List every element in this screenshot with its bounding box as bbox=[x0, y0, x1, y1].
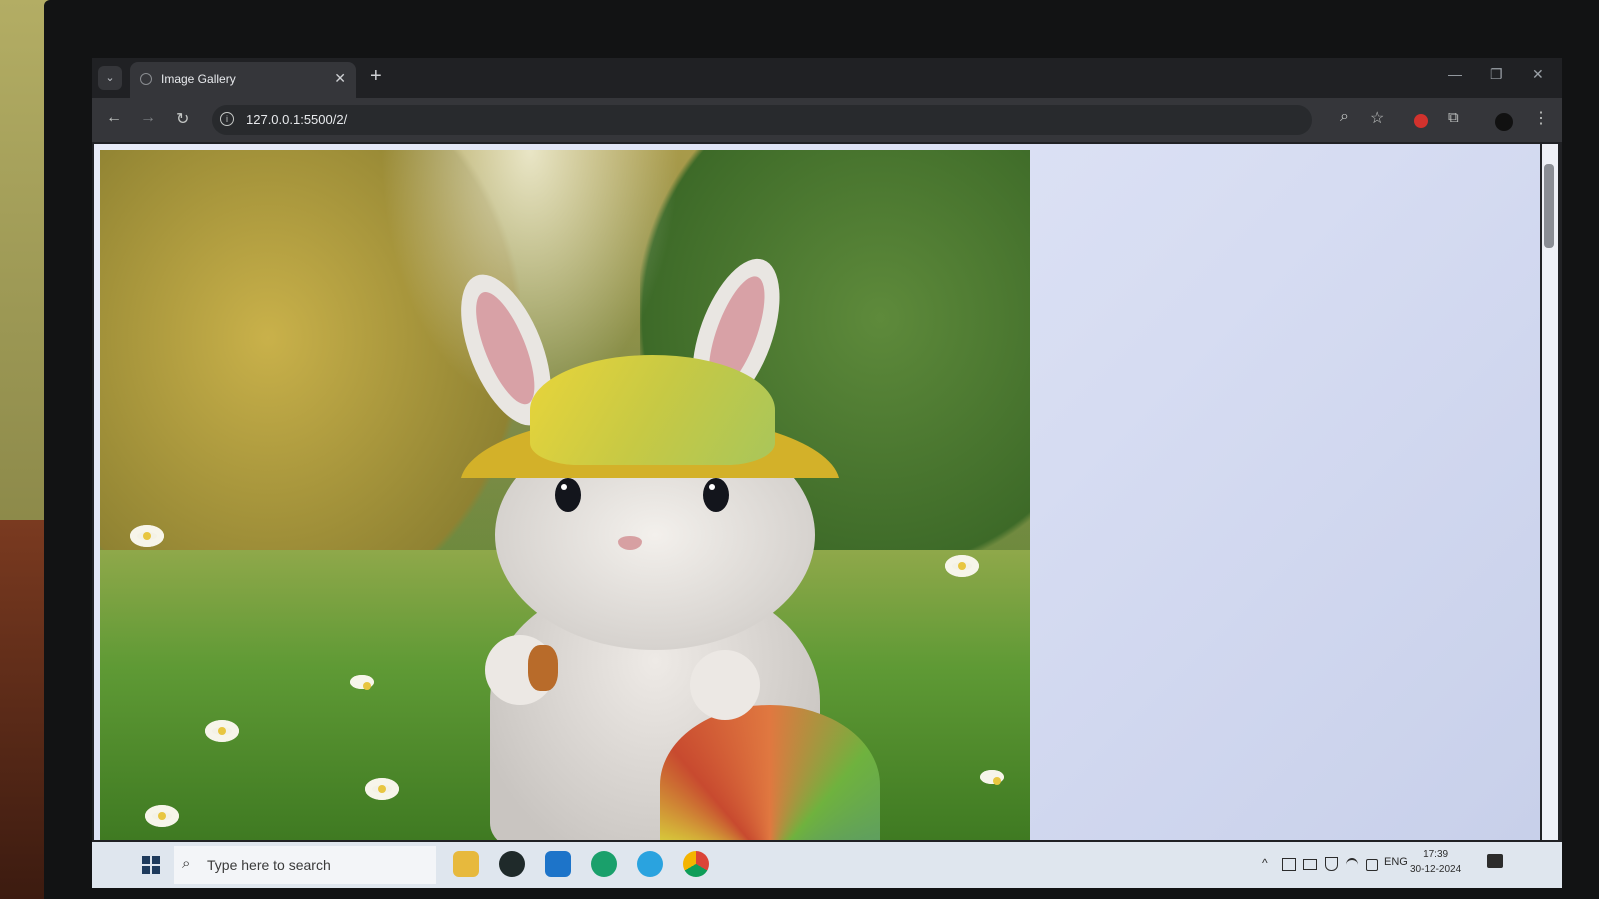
wifi-icon[interactable] bbox=[1346, 858, 1358, 872]
window-close-button[interactable]: ✕ bbox=[1532, 66, 1544, 83]
page-viewport bbox=[94, 144, 1540, 840]
windows-taskbar: ⌕ Type here to search ^ ENG 17:39 30-12-… bbox=[92, 842, 1562, 888]
whatsapp-icon[interactable] bbox=[499, 851, 525, 877]
reload-button[interactable]: ↻ bbox=[176, 109, 189, 129]
image-acorn bbox=[528, 645, 558, 691]
profile-avatar[interactable] bbox=[1495, 113, 1513, 131]
image-bunny-hat-crown bbox=[530, 355, 775, 465]
image-flower bbox=[945, 555, 979, 577]
telegram-icon[interactable] bbox=[637, 851, 663, 877]
image-flower bbox=[130, 525, 164, 547]
image-bunny-paw-right bbox=[690, 650, 760, 720]
screen: ⌄ Image Gallery ✕ + — ❐ ✕ ← → ↻ i 127.0.… bbox=[92, 58, 1562, 888]
image-flower bbox=[145, 805, 179, 827]
url-text[interactable]: 127.0.0.1:5500/2/ bbox=[246, 112, 347, 127]
language-indicator[interactable]: ENG bbox=[1384, 856, 1408, 868]
bookmark-star-icon[interactable]: ☆ bbox=[1370, 108, 1384, 128]
tab-image-gallery[interactable]: Image Gallery ✕ bbox=[130, 62, 356, 98]
battery-icon[interactable] bbox=[1303, 859, 1317, 870]
tray-app-icon[interactable] bbox=[1282, 858, 1296, 871]
tab-title: Image Gallery bbox=[161, 72, 236, 86]
security-shield-icon[interactable] bbox=[1325, 857, 1338, 871]
volume-icon[interactable] bbox=[1366, 859, 1378, 871]
gallery-image[interactable] bbox=[100, 150, 1030, 840]
browser-toolbar: ← → ↻ i 127.0.0.1:5500/2/ ⌕ ☆ ⧉ ⋮ bbox=[92, 98, 1562, 142]
back-button[interactable]: ← bbox=[106, 109, 122, 127]
image-flower bbox=[205, 720, 239, 742]
scrollbar-thumb[interactable] bbox=[1544, 164, 1554, 248]
menu-kebab-icon[interactable]: ⋮ bbox=[1533, 108, 1549, 128]
image-flower bbox=[980, 770, 1004, 785]
tab-close-icon[interactable]: ✕ bbox=[334, 70, 346, 87]
tab-search-button[interactable]: ⌄ bbox=[98, 66, 122, 90]
image-flower bbox=[350, 675, 374, 690]
vscode-icon[interactable] bbox=[545, 851, 571, 877]
site-info-icon[interactable]: i bbox=[220, 112, 234, 126]
taskbar-search-box[interactable]: ⌕ Type here to search bbox=[174, 846, 436, 884]
image-flower bbox=[365, 778, 399, 800]
clock-date: 30-12-2024 bbox=[1410, 864, 1462, 875]
tab-strip: ⌄ Image Gallery ✕ + — ❐ ✕ bbox=[92, 58, 1562, 98]
extension-icon[interactable] bbox=[1414, 114, 1428, 128]
tray-chevron-icon[interactable]: ^ bbox=[1262, 856, 1268, 870]
clock-time: 17:39 bbox=[1423, 849, 1449, 860]
forward-button[interactable]: → bbox=[140, 109, 156, 127]
restore-button[interactable]: ❐ bbox=[1490, 66, 1503, 83]
minimize-button[interactable]: — bbox=[1448, 66, 1462, 82]
address-bar[interactable]: i 127.0.0.1:5500/2/ bbox=[212, 105, 1312, 135]
vertical-scrollbar[interactable] bbox=[1542, 144, 1558, 840]
search-placeholder: Type here to search bbox=[207, 857, 331, 873]
taskbar-clock[interactable]: 17:39 30-12-2024 bbox=[1410, 847, 1461, 877]
notification-icon[interactable] bbox=[1487, 854, 1503, 868]
image-bunny-eye-left bbox=[555, 478, 581, 512]
search-icon: ⌕ bbox=[182, 855, 191, 872]
zoom-icon[interactable]: ⌕ bbox=[1340, 108, 1349, 126]
new-tab-button[interactable]: + bbox=[370, 65, 382, 88]
file-explorer-icon[interactable] bbox=[453, 851, 479, 877]
edge-icon[interactable] bbox=[591, 851, 617, 877]
globe-icon bbox=[140, 73, 152, 85]
chrome-icon[interactable] bbox=[683, 851, 709, 877]
windows-start-button[interactable] bbox=[142, 856, 160, 874]
image-bunny-eye-right bbox=[703, 478, 729, 512]
extensions-puzzle-icon[interactable]: ⧉ bbox=[1448, 109, 1459, 126]
